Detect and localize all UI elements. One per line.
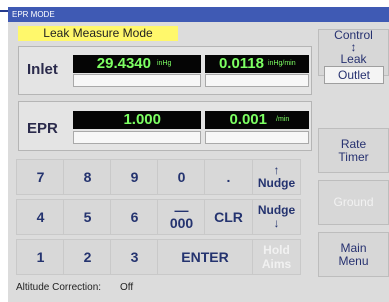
top-indicator-line: [0, 10, 8, 12]
key-6[interactable]: 6: [110, 199, 159, 235]
epr-rate-value: 0.001: [229, 111, 267, 128]
clear-button[interactable]: CLR: [204, 199, 253, 235]
arrow-down-icon: ↓: [273, 216, 280, 230]
key-5[interactable]: 5: [63, 199, 112, 235]
outlet-button[interactable]: Outlet: [324, 66, 384, 84]
epr-ratio-value: 1.000: [123, 111, 161, 128]
altitude-correction-label: Altitude Correction:: [16, 282, 102, 293]
inlet-pressure-value: 29.4340: [96, 55, 151, 72]
key-000-label: 000: [169, 215, 194, 231]
mode-label: Leak Measure Mode: [18, 26, 178, 41]
key-3[interactable]: 3: [110, 239, 159, 275]
inlet-rate-value: 0.0118: [218, 55, 264, 72]
rate-timer-button[interactable]: Rate Timer: [318, 128, 389, 173]
main-menu-button[interactable]: Main Menu: [318, 232, 389, 277]
inlet-rate-slot: [205, 74, 309, 87]
key-decimal[interactable]: .: [204, 159, 253, 195]
toggle-arrows-icon: ↕: [350, 39, 357, 54]
key-8[interactable]: 8: [63, 159, 112, 195]
key-4[interactable]: 4: [16, 199, 65, 235]
key-0[interactable]: 0: [157, 159, 206, 195]
inlet-box: Inlet 29.4340 inHg 0.0118 inHg/min: [18, 46, 312, 95]
epr-label: EPR: [27, 120, 58, 137]
inlet-label: Inlet: [27, 61, 58, 78]
nudge-up-button[interactable]: ↑ Nudge: [252, 159, 301, 195]
altitude-correction-status: Altitude Correction: Off: [16, 282, 133, 293]
ground-button[interactable]: Ground: [318, 180, 389, 225]
key-2[interactable]: 2: [63, 239, 112, 275]
inlet-rate-unit: inHg/min: [268, 60, 296, 67]
epr-ratio-display: 1.000: [73, 111, 201, 129]
hold-aims-button[interactable]: Hold Aims: [252, 239, 301, 275]
key-7[interactable]: 7: [16, 159, 65, 195]
inlet-pressure-display: 29.4340 inHg: [73, 55, 201, 73]
key-1[interactable]: 1: [16, 239, 65, 275]
key-000[interactable]: —000: [157, 199, 206, 235]
epr-rate-unit: /min: [276, 116, 290, 123]
control-label: Control: [334, 27, 373, 42]
nudge-down-button[interactable]: Nudge ↓: [252, 199, 301, 235]
epr-ratio-slot: [73, 131, 201, 144]
epr-rate-display: 0.001 /min: [205, 111, 309, 129]
numeric-keypad: 7 8 9 0 . ↑ Nudge 4 5 6 —000 CLR Nudge ↓ 1…: [16, 159, 316, 276]
epr-box: EPR 1.000 0.001 /min: [18, 101, 312, 151]
epr-mode-screen: EPR MODE Leak Measure Mode Inlet 29.4340…: [0, 0, 389, 302]
altitude-correction-value: Off: [120, 282, 134, 293]
epr-rate-slot: [205, 131, 309, 144]
key-9[interactable]: 9: [110, 159, 159, 195]
inlet-rate-display: 0.0118 inHg/min: [205, 55, 309, 73]
inlet-pressure-unit: inHg: [157, 60, 172, 67]
window-title: EPR MODE: [8, 7, 389, 22]
enter-button[interactable]: ENTER: [157, 239, 253, 275]
inlet-pressure-slot: [73, 74, 201, 87]
nudge-up-label: Nudge: [257, 176, 296, 190]
